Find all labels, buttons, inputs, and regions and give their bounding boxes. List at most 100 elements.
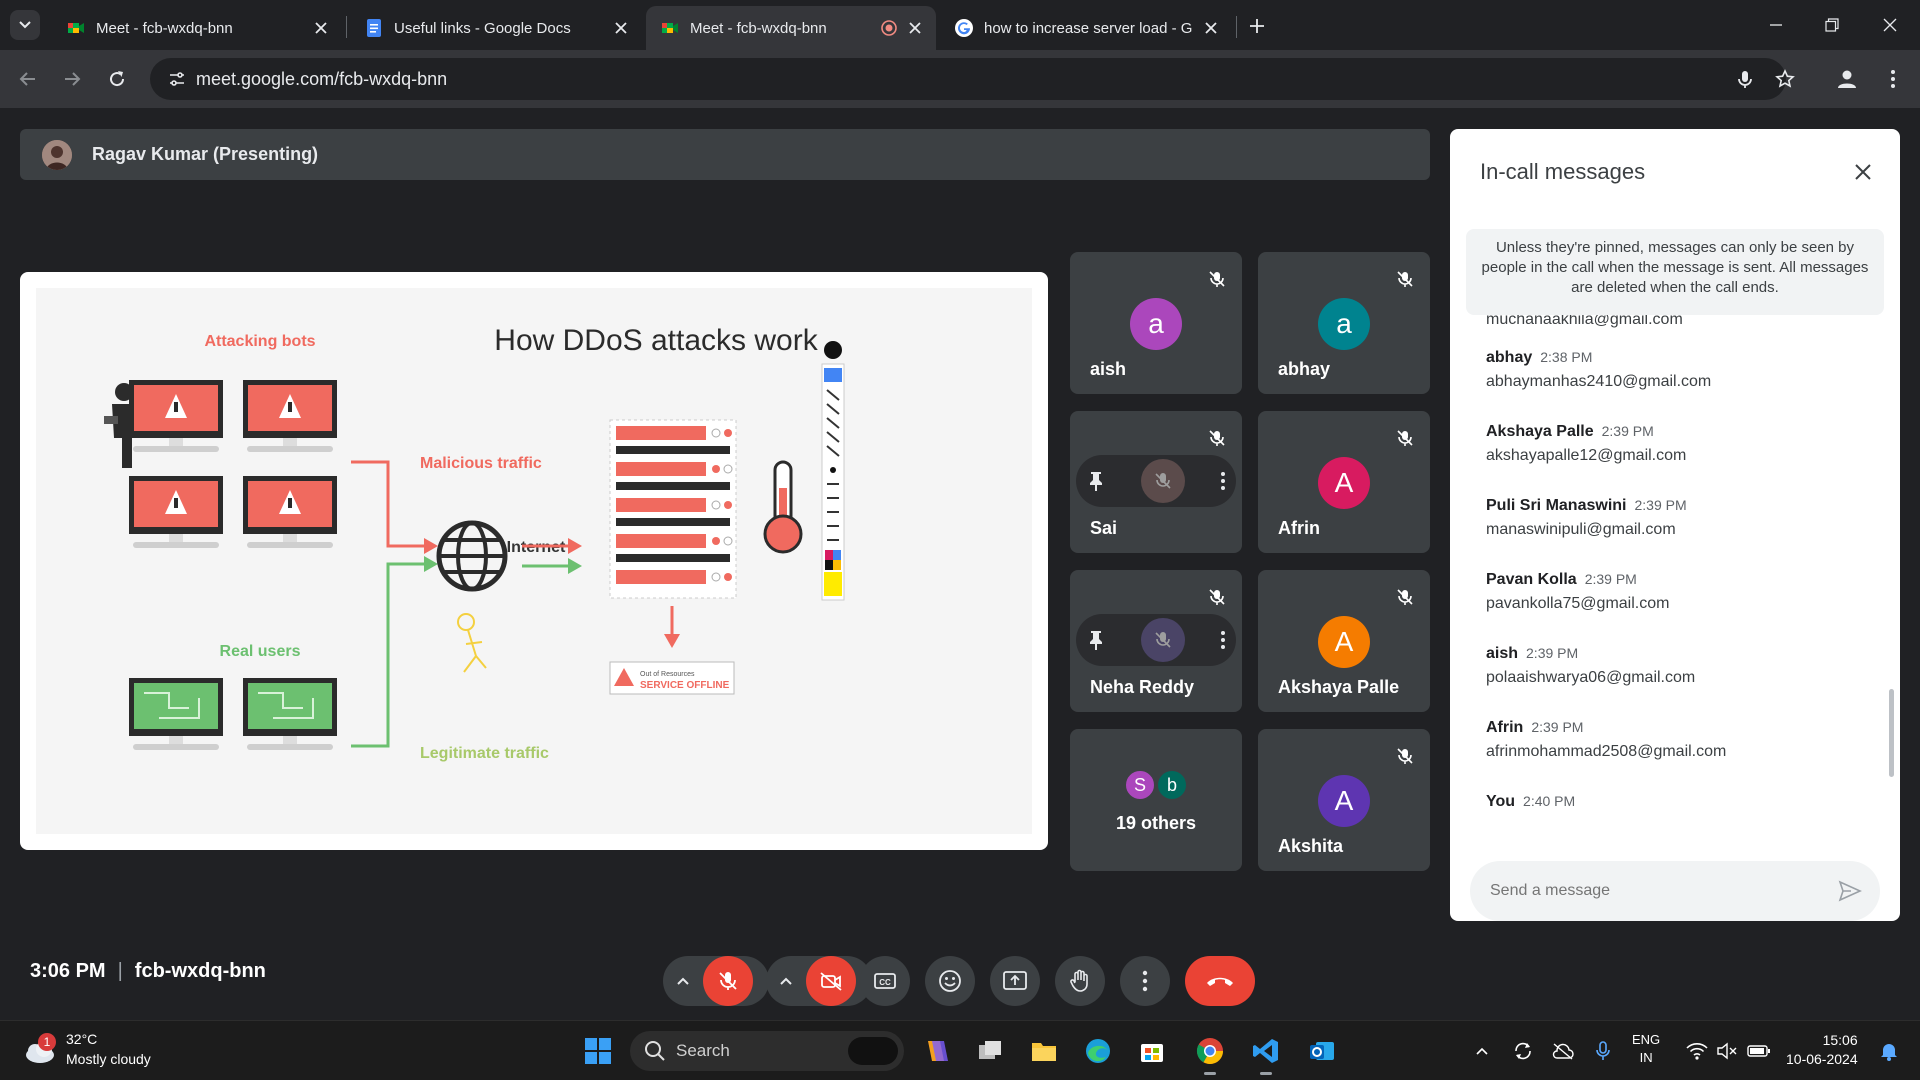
taskbar-app-file-explorer[interactable]	[1024, 1031, 1064, 1071]
pin-icon[interactable]	[1086, 470, 1106, 492]
forward-button[interactable]	[57, 64, 87, 94]
browser-tab-2[interactable]: Useful links - Google Docs	[350, 6, 642, 50]
minimize-button[interactable]	[1756, 10, 1796, 40]
start-button[interactable]	[578, 1031, 618, 1071]
battery-icon	[1747, 1045, 1770, 1057]
tab-title: Useful links - Google Docs	[394, 19, 571, 37]
present-now-button[interactable]	[990, 956, 1040, 1006]
mic-tray-icon[interactable]	[1588, 1031, 1618, 1071]
taskbar-app-task-view[interactable]	[970, 1031, 1010, 1071]
mute-participant-button[interactable]	[1141, 459, 1185, 503]
close-icon[interactable]	[906, 19, 924, 37]
sync-tray-icon[interactable]	[1508, 1031, 1538, 1071]
mic-off-icon	[1204, 266, 1230, 292]
window-close-button[interactable]	[1870, 10, 1910, 40]
more-vert-icon[interactable]	[1220, 471, 1226, 491]
leave-call-button[interactable]	[1185, 956, 1255, 1006]
slide-title: How DDoS attacks work	[494, 324, 818, 357]
more-options-button[interactable]	[1120, 956, 1170, 1006]
microphone-icon	[1738, 71, 1752, 88]
battery-tray-icon[interactable]	[1744, 1031, 1774, 1071]
taskbar-app-chrome[interactable]	[1190, 1031, 1230, 1075]
participant-tile-aish[interactable]: a aish	[1070, 252, 1242, 394]
minimize-icon	[1770, 24, 1782, 26]
video-options-button[interactable]	[766, 956, 806, 1006]
weather-widget[interactable]: 1 32°C Mostly cloudy	[20, 1029, 151, 1069]
show-hidden-icons-button[interactable]	[1470, 1031, 1494, 1071]
pin-icon[interactable]	[1086, 629, 1106, 651]
in-call-messages-panel: In-call messages Unless they're pinned, …	[1450, 129, 1900, 921]
store-icon	[1141, 1044, 1163, 1062]
close-chat-button[interactable]	[1846, 155, 1880, 189]
notifications-button[interactable]	[1874, 1031, 1904, 1071]
voice-search-button[interactable]	[1730, 64, 1760, 94]
participant-tile-sai[interactable]: Sai	[1070, 411, 1242, 553]
chat-scrollbar[interactable]	[1889, 689, 1894, 777]
captions-button[interactable]: CC	[860, 956, 910, 1006]
profile-button[interactable]	[1832, 64, 1862, 94]
meeting-info: 3:06 PM | fcb-wxdq-bnn	[30, 960, 266, 982]
site-info-button[interactable]	[162, 64, 192, 94]
close-icon[interactable]	[612, 19, 630, 37]
raise-hand-button[interactable]	[1055, 956, 1105, 1006]
back-button[interactable]	[13, 64, 43, 94]
restore-button[interactable]	[1812, 10, 1852, 40]
tile-hover-controls	[1076, 455, 1236, 507]
address-bar[interactable]: meet.google.com/fcb-wxdq-bnn	[150, 58, 1786, 100]
meet-icon	[662, 23, 678, 33]
volume-tray-icon[interactable]	[1712, 1031, 1742, 1071]
cloud-offline-tray-icon[interactable]	[1548, 1031, 1578, 1071]
taskbar-app-edge[interactable]	[1078, 1031, 1118, 1071]
participant-tile-akshita[interactable]: A Akshita	[1258, 729, 1430, 871]
microphone-control	[663, 956, 769, 1006]
taskbar-app-outlook[interactable]	[1302, 1031, 1342, 1071]
send-message-input[interactable]	[1470, 882, 1830, 900]
windows-icon	[585, 1038, 611, 1064]
input-language-indicator[interactable]: ENG IN	[1632, 1031, 1660, 1067]
outlook-icon	[1310, 1042, 1334, 1060]
participant-tile-others[interactable]: S b 19 others	[1070, 729, 1242, 871]
close-icon[interactable]	[312, 19, 330, 37]
browser-tab-3-active[interactable]: Meet - fcb-wxdq-bnn	[646, 6, 936, 50]
browser-toolbar: meet.google.com/fcb-wxdq-bnn	[0, 50, 1920, 108]
message-sender: Pavan Kolla	[1486, 571, 1577, 588]
tab-search-button[interactable]	[10, 10, 40, 40]
tab-divider	[346, 16, 347, 38]
taskbar-app-copilot[interactable]	[916, 1031, 956, 1071]
mute-participant-button[interactable]	[1141, 618, 1185, 662]
bookmark-button[interactable]	[1770, 64, 1800, 94]
meet-stage: Ragav Kumar (Presenting) How DDoS attack…	[0, 108, 1920, 1080]
participant-tile-afrin[interactable]: A Afrin	[1258, 411, 1430, 553]
taskbar-app-store[interactable]	[1132, 1031, 1172, 1071]
restore-icon	[1825, 18, 1839, 32]
taskbar-app-vscode[interactable]	[1246, 1031, 1286, 1075]
browser-tab-1[interactable]: Meet - fcb-wxdq-bnn	[52, 6, 342, 50]
taskbar-search[interactable]: Search	[630, 1031, 904, 1071]
mic-toggle-button[interactable]	[703, 956, 753, 1006]
message-list[interactable]: muchanaakhila@gmail.com abhay 2:38 PM abh…	[1450, 315, 1900, 835]
message-composer	[1470, 861, 1880, 921]
reload-button[interactable]	[102, 64, 132, 94]
close-icon[interactable]	[1202, 19, 1220, 37]
participant-tile-neha-reddy[interactable]: Neha Reddy	[1070, 570, 1242, 712]
message-time: 2:40 PM	[1523, 793, 1576, 809]
camera-toggle-button[interactable]	[806, 956, 856, 1006]
chat-message: Akshaya Palle 2:39 PM akshayapalle12@gmai…	[1486, 423, 1686, 465]
mic-off-icon	[1155, 632, 1171, 648]
service-offline-text: SERVICE OFFLINE	[640, 680, 730, 691]
annotation-toolbar[interactable]	[821, 341, 845, 601]
send-button[interactable]	[1830, 871, 1870, 911]
taskbar-clock[interactable]: 15:06 10-06-2024	[1786, 1031, 1858, 1069]
browser-menu-button[interactable]	[1878, 64, 1908, 94]
browser-tab-4[interactable]: how to increase server load - G	[940, 6, 1232, 50]
wifi-tray-icon[interactable]	[1682, 1031, 1712, 1071]
message-text: manaswinipuli@gmail.com	[1486, 521, 1676, 538]
tab-title: Meet - fcb-wxdq-bnn	[96, 19, 233, 37]
reactions-button[interactable]	[925, 956, 975, 1006]
participant-tile-akshaya-palle[interactable]: A Akshaya Palle	[1258, 570, 1430, 712]
participant-tile-abhay[interactable]: a abhay	[1258, 252, 1430, 394]
audio-options-button[interactable]	[663, 956, 703, 1006]
participant-name: aish	[1090, 359, 1127, 379]
more-vert-icon[interactable]	[1220, 630, 1226, 650]
new-tab-button[interactable]	[1243, 12, 1271, 40]
